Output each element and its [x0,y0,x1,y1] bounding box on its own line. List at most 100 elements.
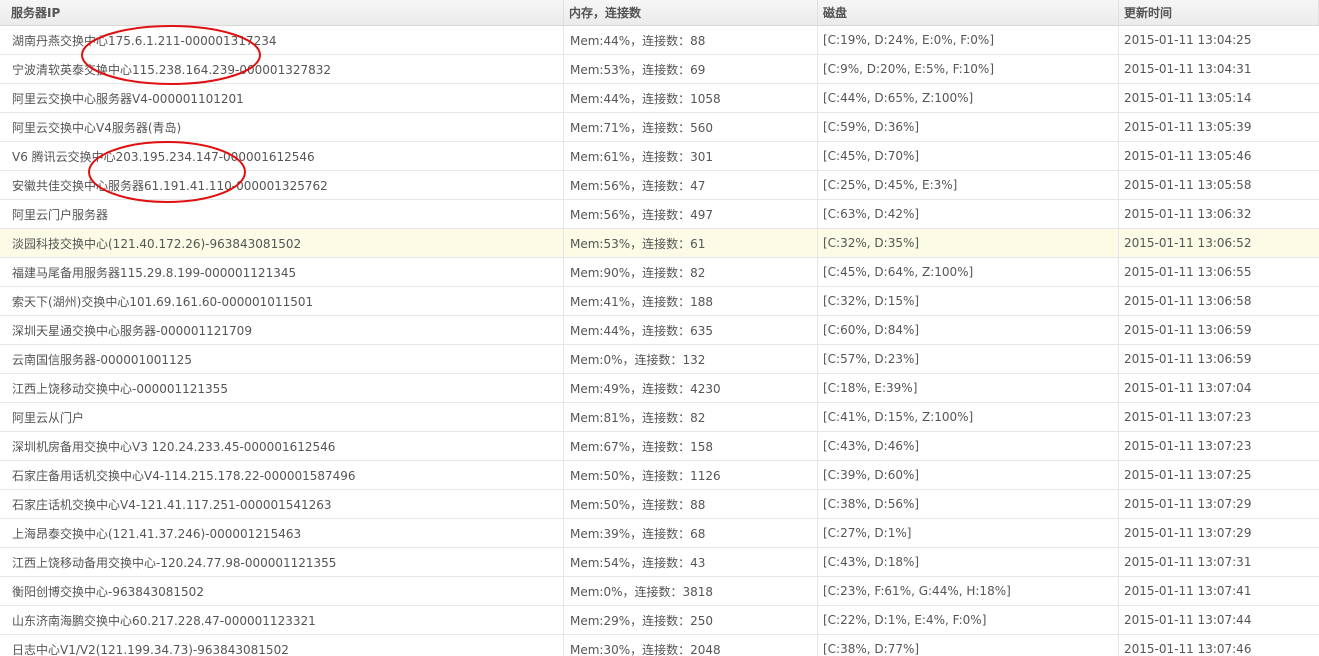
disk-cell: [C:18%, E:39%] [818,374,1119,402]
server-ip-cell: 深圳天星通交换中心服务器-000001121709 [0,316,564,344]
server-ip-cell: 云南国信服务器-000001001125 [0,345,564,373]
disk-cell: [C:43%, D:46%] [818,432,1119,460]
table-row[interactable]: V6 腾讯云交换中心203.195.234.147-000001612546 Me… [0,142,1319,171]
server-ip-cell: 石家庄备用话机交换中心V4-114.215.178.22-00000158749… [0,461,564,489]
memory-cell: Mem:41%，连接数：188 [564,287,818,315]
disk-cell: [C:45%, D:70%] [818,142,1119,170]
updated-time-cell: 2015-01-11 13:07:29 [1124,497,1252,511]
server-ip-cell: 衡阳创博交换中心-963843081502 [0,577,564,605]
memory-cell: Mem:67%，连接数：158 [564,432,818,460]
server-ip-cell: 上海昂泰交换中心(121.41.37.246)-000001215463 [0,519,564,547]
memory-cell: Mem:0%，连接数：132 [564,345,818,373]
updated-time-cell: 2015-01-11 13:07:29 [1124,526,1252,540]
disk-cell: [C:41%, D:15%, Z:100%] [818,403,1119,431]
table-row[interactable]: 阿里云从门户 Mem:81%，连接数：82 [C:41%, D:15%, Z:100… [0,403,1319,432]
memory-cell: Mem:0%，连接数：3818 [564,577,818,605]
disk-cell: [C:43%, D:18%] [818,548,1119,576]
table-row[interactable]: 阿里云交换中心V4服务器(青岛) Mem:71%，连接数：560 [C:59%, D… [0,113,1319,142]
disk-cell: [C:23%, F:61%, G:44%, H:18%] [818,577,1119,605]
updated-time-cell: 2015-01-11 13:05:14 [1124,91,1252,105]
table-row[interactable]: 日志中心V1/V2(121.199.34.73)-963843081502 Mem… [0,635,1319,656]
column-header-updated[interactable]: 更新时间 [1119,0,1319,25]
disk-cell: [C:25%, D:45%, E:3%] [818,171,1119,199]
updated-time-cell: 2015-01-11 13:05:39 [1124,120,1252,134]
disk-cell: [C:45%, D:64%, Z:100%] [818,258,1119,286]
table-row[interactable]: 淡园科技交换中心(121.40.172.26)-963843081502 Mem:… [0,229,1319,258]
memory-cell: Mem:61%，连接数：301 [564,142,818,170]
table-row[interactable]: 石家庄话机交换中心V4-121.41.117.251-000001541263 M… [0,490,1319,519]
disk-cell: [C:32%, D:35%] [818,229,1119,257]
table-row[interactable]: 江西上饶移动备用交换中心-120.24.77.98-000001121355 Me… [0,548,1319,577]
server-ip-cell: 阿里云从门户 [0,403,564,431]
server-ip-cell: 福建马尾备用服务器115.29.8.199-000001121345 [0,258,564,286]
updated-time-cell: 2015-01-11 13:07:46 [1124,642,1252,656]
memory-cell: Mem:29%，连接数：250 [564,606,818,634]
updated-time-cell: 2015-01-11 13:06:55 [1124,265,1252,279]
memory-cell: Mem:49%，连接数：4230 [564,374,818,402]
memory-cell: Mem:50%，连接数：88 [564,490,818,518]
column-header-server-ip[interactable]: 服务器IP [0,0,564,25]
memory-cell: Mem:56%，连接数：47 [564,171,818,199]
disk-cell: [C:63%, D:42%] [818,200,1119,228]
memory-cell: Mem:44%，连接数：88 [564,26,818,54]
server-ip-cell: 阿里云交换中心服务器V4-000001101201 [0,84,564,112]
updated-time-cell: 2015-01-11 13:07:44 [1124,613,1252,627]
updated-time-cell: 2015-01-11 13:04:25 [1124,33,1252,47]
table-row[interactable]: 石家庄备用话机交换中心V4-114.215.178.22-00000158749… [0,461,1319,490]
memory-cell: Mem:39%，连接数：68 [564,519,818,547]
updated-time-cell: 2015-01-11 13:07:41 [1124,584,1252,598]
table-row[interactable]: 阿里云门户服务器 Mem:56%，连接数：497 [C:63%, D:42%] 201… [0,200,1319,229]
server-ip-cell: 石家庄话机交换中心V4-121.41.117.251-000001541263 [0,490,564,518]
table-row[interactable]: 索天下(湖州)交换中心101.69.161.60-000001011501 Mem… [0,287,1319,316]
memory-cell: Mem:54%，连接数：43 [564,548,818,576]
server-status-table: 服务器IP 内存，连接数 磁盘 更新时间 湖南丹燕交换中心175.6.1.211… [0,0,1319,656]
server-ip-cell: 宁波清软英泰交换中心115.238.164.239-000001327832 [0,55,564,83]
table-row[interactable]: 宁波清软英泰交换中心115.238.164.239-000001327832 Me… [0,55,1319,84]
server-ip-cell: 湖南丹燕交换中心175.6.1.211-000001317234 [0,26,564,54]
table-row[interactable]: 山东济南海鹏交换中心60.217.228.47-000001123321 Mem:… [0,606,1319,635]
updated-time-cell: 2015-01-11 13:04:31 [1124,62,1252,76]
updated-time-cell: 2015-01-11 13:07:23 [1124,410,1252,424]
updated-time-cell: 2015-01-11 13:06:59 [1124,323,1252,337]
memory-cell: Mem:30%，连接数：2048 [564,635,818,656]
server-ip-cell: 日志中心V1/V2(121.199.34.73)-963843081502 [0,635,564,656]
server-ip-cell: 江西上饶移动交换中心-000001121355 [0,374,564,402]
server-ip-cell: 山东济南海鹏交换中心60.217.228.47-000001123321 [0,606,564,634]
table-row[interactable]: 福建马尾备用服务器115.29.8.199-000001121345 Mem:90… [0,258,1319,287]
server-ip-cell: 淡园科技交换中心(121.40.172.26)-963843081502 [0,229,564,257]
disk-cell: [C:38%, D:56%] [818,490,1119,518]
table-row[interactable]: 深圳天星通交换中心服务器-000001121709 Mem:44%，连接数：635… [0,316,1319,345]
memory-cell: Mem:53%，连接数：61 [564,229,818,257]
table-row[interactable]: 上海昂泰交换中心(121.41.37.246)-000001215463 Mem:… [0,519,1319,548]
memory-cell: Mem:56%，连接数：497 [564,200,818,228]
table-row[interactable]: 衡阳创博交换中心-963843081502 Mem:0%，连接数：3818 [C:2… [0,577,1319,606]
disk-cell: [C:39%, D:60%] [818,461,1119,489]
updated-time-cell: 2015-01-11 13:06:58 [1124,294,1252,308]
disk-cell: [C:32%, D:15%] [818,287,1119,315]
disk-cell: [C:57%, D:23%] [818,345,1119,373]
table-row[interactable]: 安徽共佳交换中心服务器61.191.41.110-000001325762 Mem… [0,171,1319,200]
table-row[interactable]: 江西上饶移动交换中心-000001121355 Mem:49%，连接数：4230[… [0,374,1319,403]
disk-cell: [C:27%, D:1%] [818,519,1119,547]
column-header-memory[interactable]: 内存，连接数 [564,0,818,25]
table-row[interactable]: 湖南丹燕交换中心175.6.1.211-000001317234 Mem:44%，… [0,26,1319,55]
updated-time-cell: 2015-01-11 13:06:32 [1124,207,1252,221]
table-row[interactable]: 阿里云交换中心服务器V4-000001101201 Mem:44%，连接数：105… [0,84,1319,113]
disk-cell: [C:60%, D:84%] [818,316,1119,344]
table-header: 服务器IP 内存，连接数 磁盘 更新时间 [0,0,1319,26]
disk-cell: [C:44%, D:65%, Z:100%] [818,84,1119,112]
memory-cell: Mem:81%，连接数：82 [564,403,818,431]
column-header-disk[interactable]: 磁盘 [818,0,1119,25]
table-row[interactable]: 深圳机房备用交换中心V3 120.24.233.45-000001612546 M… [0,432,1319,461]
disk-cell: [C:9%, D:20%, E:5%, F:10%] [818,55,1119,83]
updated-time-cell: 2015-01-11 13:06:59 [1124,352,1252,366]
server-ip-cell: V6 腾讯云交换中心203.195.234.147-000001612546 [0,142,564,170]
updated-time-cell: 2015-01-11 13:07:04 [1124,381,1252,395]
table-row[interactable]: 云南国信服务器-000001001125 Mem:0%，连接数：132 [C:57%… [0,345,1319,374]
memory-cell: Mem:53%，连接数：69 [564,55,818,83]
memory-cell: Mem:44%，连接数：1058 [564,84,818,112]
disk-cell: [C:38%, D:77%] [818,635,1119,656]
updated-time-cell: 2015-01-11 13:07:31 [1124,555,1252,569]
updated-time-cell: 2015-01-11 13:05:46 [1124,149,1252,163]
memory-cell: Mem:44%，连接数：635 [564,316,818,344]
